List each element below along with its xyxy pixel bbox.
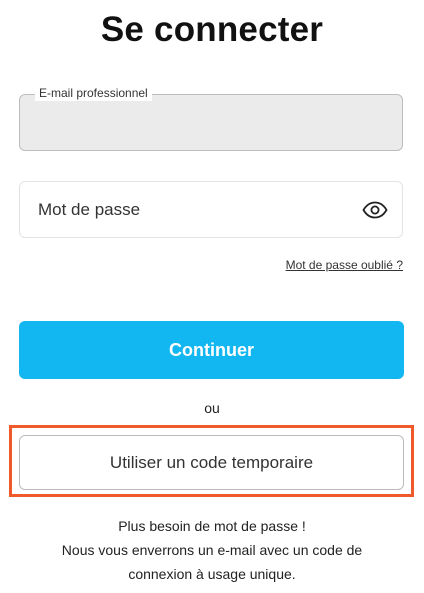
info-line-2: Nous vous enverrons un e-mail avec un co… bbox=[61, 542, 363, 558]
password-placeholder: Mot de passe bbox=[38, 200, 141, 219]
page-title: Se connecter bbox=[100, 10, 324, 49]
continue-button[interactable]: Continuer bbox=[19, 321, 404, 379]
passwordless-info: Plus besoin de mot de passe ! Nous vous … bbox=[0, 514, 424, 586]
email-field[interactable]: E-mail professionnel bbox=[19, 85, 403, 151]
info-line-3: connexion à usage unique. bbox=[128, 566, 296, 582]
eye-icon[interactable] bbox=[362, 201, 388, 219]
info-line-1: Plus besoin de mot de passe ! bbox=[118, 518, 306, 534]
email-field-label: E-mail professionnel bbox=[35, 85, 152, 101]
or-separator: ou bbox=[204, 400, 220, 416]
temporary-code-button[interactable]: Utiliser un code temporaire bbox=[19, 435, 404, 490]
forgot-password-link[interactable]: Mot de passe oublié ? bbox=[286, 258, 403, 272]
password-field[interactable]: Mot de passe bbox=[19, 181, 403, 238]
